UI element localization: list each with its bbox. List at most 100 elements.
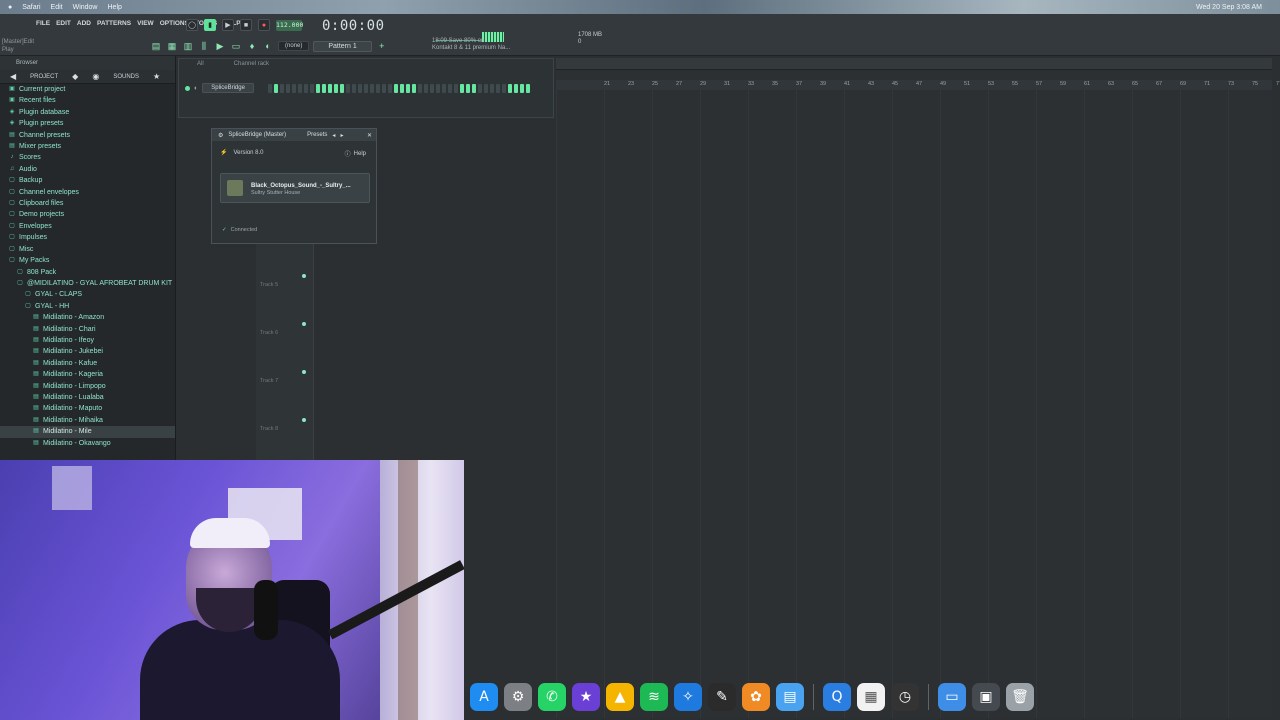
plugins-icon[interactable]: ◆ bbox=[72, 72, 78, 81]
google-drive-icon[interactable]: ▲ bbox=[606, 683, 634, 711]
browser-item[interactable]: ▢ Clipboard files bbox=[0, 198, 175, 209]
step-button[interactable] bbox=[519, 83, 524, 93]
browser-item[interactable]: ▢ GYAL - CLAPS bbox=[0, 289, 175, 300]
step-button[interactable] bbox=[501, 83, 506, 93]
browser-item[interactable]: ▤ Midilatino - Chari bbox=[0, 324, 175, 335]
logic-pen-icon[interactable]: ✎ bbox=[708, 683, 736, 711]
channel-mute-led[interactable] bbox=[185, 85, 190, 91]
spotify-icon[interactable]: ≋ bbox=[640, 683, 668, 711]
step-button[interactable] bbox=[405, 83, 410, 93]
help-link[interactable]: ⓘ Help bbox=[345, 149, 366, 159]
step-button[interactable] bbox=[315, 83, 320, 93]
menu-view[interactable]: VIEW bbox=[137, 20, 154, 27]
channel-rack-icon[interactable]: ▥ bbox=[182, 40, 194, 52]
downloads-folder-icon[interactable]: ▭ bbox=[938, 683, 966, 711]
browser-icon[interactable]: ▶ bbox=[214, 40, 226, 52]
snap-mode-select[interactable]: (none) bbox=[278, 41, 310, 51]
step-button[interactable] bbox=[477, 83, 482, 93]
browser-item[interactable]: ▤ Midilatino - Amazon bbox=[0, 312, 175, 323]
track-label[interactable]: Track 5 bbox=[260, 282, 278, 288]
track-label[interactable]: Track 8 bbox=[260, 426, 278, 432]
channel-name-button[interactable]: SpliceBridge bbox=[202, 83, 254, 93]
step-button[interactable] bbox=[447, 83, 452, 93]
browser-item[interactable]: ▢ My Packs bbox=[0, 255, 175, 266]
close-icon[interactable]: ✕ bbox=[367, 132, 372, 139]
pattern-selector[interactable]: Pattern 1 bbox=[313, 40, 372, 52]
menu-safari[interactable]: Safari bbox=[22, 4, 40, 11]
gear-icon[interactable]: ⚙ bbox=[218, 132, 223, 139]
timeline-ruler[interactable]: 21 23 25 27 29 31 33 35 37 39 41 43 45 47 49 51 53 55 57 59… bbox=[556, 80, 1280, 90]
track-mute-dot[interactable] bbox=[302, 418, 306, 422]
apple-menu-icon[interactable]: ● bbox=[8, 4, 12, 11]
whatsapp-icon[interactable]: ✆ bbox=[538, 683, 566, 711]
step-button[interactable] bbox=[495, 83, 500, 93]
menu-file[interactable]: FILE bbox=[36, 20, 50, 27]
step-button[interactable] bbox=[459, 83, 464, 93]
step-button[interactable] bbox=[417, 83, 422, 93]
step-button[interactable] bbox=[453, 83, 458, 93]
play-button[interactable]: ▶ bbox=[222, 19, 234, 31]
step-button[interactable] bbox=[267, 83, 272, 93]
step-button[interactable] bbox=[345, 83, 350, 93]
browser-item[interactable]: ▢ Backup bbox=[0, 175, 175, 186]
sample-card[interactable]: Black_Octopus_Sound_-_Sultry_... Sultry … bbox=[220, 173, 370, 203]
browser-item[interactable]: ▢ Demo projects bbox=[0, 209, 175, 220]
clock[interactable]: Wed 20 Sep 3:08 AM bbox=[1196, 4, 1262, 11]
browser-item[interactable]: ♫ Audio bbox=[0, 164, 175, 175]
browser-item[interactable]: ▤ Midilatino - Jukebei bbox=[0, 346, 175, 357]
step-button[interactable] bbox=[363, 83, 368, 93]
track-mute-dot[interactable] bbox=[302, 322, 306, 326]
step-button[interactable] bbox=[291, 83, 296, 93]
step-button[interactable] bbox=[351, 83, 356, 93]
favorites-star-icon[interactable]: ★ bbox=[153, 72, 160, 81]
step-button[interactable] bbox=[513, 83, 518, 93]
browser-item[interactable]: ▢ Channel envelopes bbox=[0, 187, 175, 198]
browser-item[interactable]: ▤ Midilatino - Okavango bbox=[0, 438, 175, 449]
prev-preset-icon[interactable]: ◂ bbox=[332, 132, 335, 139]
menu-patterns[interactable]: PATTERNS bbox=[97, 20, 131, 27]
browser-item[interactable]: ▢ 808 Pack bbox=[0, 267, 175, 278]
step-button[interactable] bbox=[387, 83, 392, 93]
menu-edit-fl[interactable]: EDIT bbox=[56, 20, 71, 27]
step-button[interactable] bbox=[471, 83, 476, 93]
step-button[interactable] bbox=[381, 83, 386, 93]
browser-item[interactable]: ▢ @MIDILATINO - GYAL AFROBEAT DRUM KIT bbox=[0, 278, 175, 289]
step-button[interactable] bbox=[357, 83, 362, 93]
browser-item[interactable]: ▤ Midilatino - Kageria bbox=[0, 369, 175, 380]
snap-icon[interactable]: ◐ bbox=[262, 40, 274, 52]
presets-menu[interactable]: Presets bbox=[307, 132, 327, 138]
mixer-icon[interactable]: ⫼ bbox=[198, 40, 210, 52]
screen-icon[interactable]: ▣ bbox=[972, 683, 1000, 711]
imovie-icon[interactable]: ★ bbox=[572, 683, 600, 711]
track-mute-dot[interactable] bbox=[302, 370, 306, 374]
playlist-grid[interactable] bbox=[556, 90, 1272, 718]
step-button[interactable] bbox=[309, 83, 314, 93]
tempo-display[interactable]: 112.000 bbox=[276, 19, 303, 31]
step-button[interactable] bbox=[303, 83, 308, 93]
track-label[interactable]: Track 6 bbox=[260, 330, 278, 336]
step-button[interactable] bbox=[507, 83, 512, 93]
step-button[interactable] bbox=[333, 83, 338, 93]
step-button[interactable] bbox=[369, 83, 374, 93]
step-button[interactable] bbox=[375, 83, 380, 93]
step-button[interactable] bbox=[399, 83, 404, 93]
step-button[interactable] bbox=[483, 83, 488, 93]
browser-item[interactable]: ▣ Recent files bbox=[0, 95, 175, 106]
next-preset-icon[interactable]: ▸ bbox=[340, 132, 343, 139]
menu-options[interactable]: OPTIONS bbox=[160, 20, 189, 27]
rack-filter[interactable]: All bbox=[197, 61, 204, 67]
channel-knob-icon[interactable]: ◐ bbox=[194, 85, 198, 92]
step-button[interactable] bbox=[297, 83, 302, 93]
record-button[interactable]: ● bbox=[258, 19, 270, 31]
quicktime-icon[interactable]: Q bbox=[823, 683, 851, 711]
step-button[interactable] bbox=[285, 83, 290, 93]
menu-window[interactable]: Window bbox=[73, 4, 98, 11]
back-arrow-icon[interactable]: ◀ bbox=[10, 72, 16, 81]
tab-sounds[interactable]: SOUNDS bbox=[113, 74, 139, 80]
plugin-db-icon[interactable]: ▭ bbox=[230, 40, 242, 52]
browser-item[interactable]: ▤ Midilatino - Ifeoy bbox=[0, 335, 175, 346]
menu-help[interactable]: Help bbox=[108, 4, 122, 11]
browser-item[interactable]: ▤ Mixer presets bbox=[0, 141, 175, 152]
step-button[interactable] bbox=[525, 83, 530, 93]
metronome-icon[interactable]: ◯ bbox=[186, 19, 198, 31]
